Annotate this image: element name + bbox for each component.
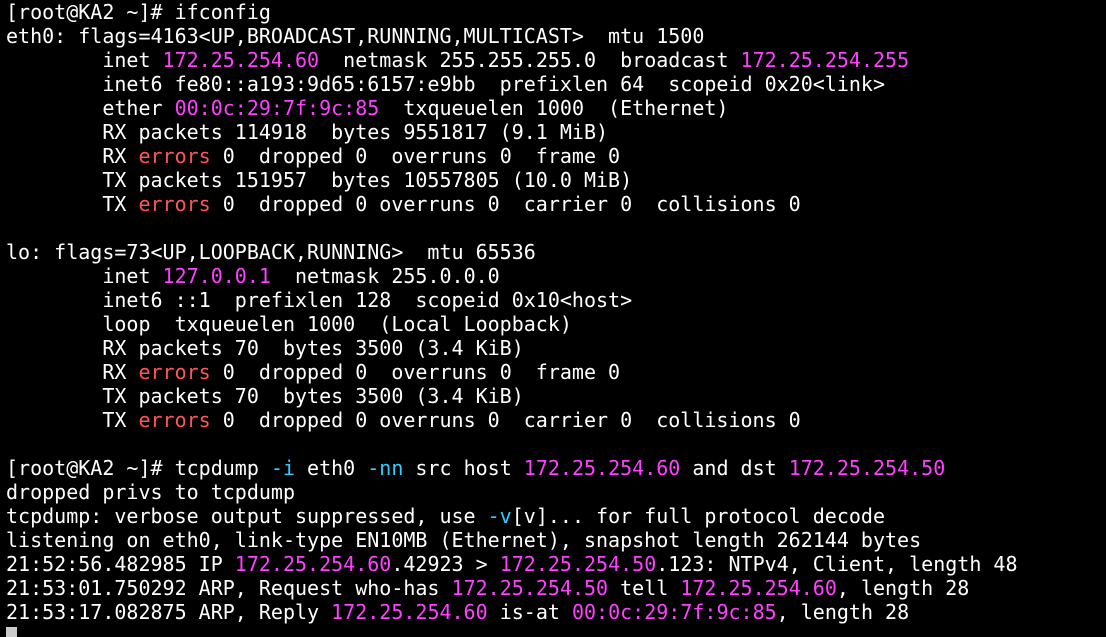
- error-label: errors: [138, 408, 211, 432]
- terminal-line: TX packets 151957 bytes 10557805 (10.0 M…: [6, 168, 1106, 192]
- terminal-output: [root@KA2 ~]# ifconfig eth0: flags=4163<U…: [6, 0, 1106, 624]
- terminal-line: 21:52:56.482985 IP 172.25.254.60.42923 >…: [6, 552, 1106, 576]
- terminal-line: RX packets 70 bytes 3500 (3.4 KiB): [6, 336, 1106, 360]
- terminal-line: loop txqueuelen 1000 (Local Loopback): [6, 312, 1106, 336]
- text-segment: 0 dropped 0 overruns 0 carrier 0 collisi…: [210, 192, 801, 216]
- text-segment: 0 dropped 0 overruns 0 carrier 0 collisi…: [210, 408, 801, 432]
- text-segment: txqueuelen 1000 (Ethernet): [379, 96, 729, 120]
- terminal-line: [root@KA2 ~]# tcpdump -i eth0 -nn src ho…: [6, 456, 1106, 480]
- error-label: errors: [138, 360, 211, 384]
- terminal-line: lo: flags=73<UP,LOOPBACK,RUNNING> mtu 65…: [6, 240, 1106, 264]
- terminal-line: eth0: flags=4163<UP,BROADCAST,RUNNING,MU…: [6, 24, 1106, 48]
- text-segment: 0 dropped 0 overruns 0 frame 0: [210, 360, 621, 384]
- text-segment: and dst: [680, 456, 789, 480]
- highlighted-value: 172.25.254.60: [162, 48, 320, 72]
- highlighted-value: 00:0c:29:7f:9c:85: [571, 600, 777, 624]
- highlighted-value: 172.25.254.50: [499, 552, 657, 576]
- command-option: -i: [270, 456, 295, 480]
- text-segment: RX: [6, 144, 139, 168]
- text-segment: eth0: [295, 456, 368, 480]
- text-segment: inet6 ::1 prefixlen 128 scopeid 0x10<hos…: [6, 288, 633, 312]
- terminal-line: TX errors 0 dropped 0 overruns 0 carrier…: [6, 192, 1106, 216]
- terminal-line: 21:53:17.082875 ARP, Reply 172.25.254.60…: [6, 600, 1106, 624]
- terminal-line: inet6 fe80::a193:9d65:6157:e9bb prefixle…: [6, 72, 1106, 96]
- text-segment: TX packets 151957 bytes 10557805 (10.0 M…: [6, 168, 633, 192]
- command-option: -nn: [367, 456, 404, 480]
- text-segment: 21:53:17.082875 ARP, Reply: [6, 600, 332, 624]
- text-segment: , length 28: [836, 576, 970, 600]
- terminal-line: inet 127.0.0.1 netmask 255.0.0.0: [6, 264, 1106, 288]
- terminal-line: [root@KA2 ~]# ifconfig: [6, 0, 1106, 24]
- text-segment: .42923 >: [391, 552, 500, 576]
- terminal-line: 21:53:01.750292 ARP, Request who-has 172…: [6, 576, 1106, 600]
- highlighted-value: 172.25.254.60: [680, 576, 837, 600]
- terminal-line: inet 172.25.254.60 netmask 255.255.255.0…: [6, 48, 1106, 72]
- prompt-line[interactable]: [6, 624, 1106, 637]
- text-segment: tcpdump: verbose output suppressed, use: [6, 504, 488, 528]
- text-segment: src host: [403, 456, 524, 480]
- highlighted-value: 172.25.254.50: [788, 456, 946, 480]
- text-segment: [v]... for full protocol decode: [511, 504, 886, 528]
- terminal-line: ether 00:0c:29:7f:9c:85 txqueuelen 1000 …: [6, 96, 1106, 120]
- text-segment: inet: [6, 48, 163, 72]
- highlighted-value: 172.25.254.60: [234, 552, 392, 576]
- error-label: errors: [138, 192, 211, 216]
- text-segment: is-at: [487, 600, 572, 624]
- command-option: -v: [487, 504, 512, 528]
- highlighted-value: 172.25.254.255: [740, 48, 910, 72]
- text-segment: netmask 255.0.0.0: [270, 264, 500, 288]
- highlighted-value: 172.25.254.60: [331, 600, 488, 624]
- text-segment: RX packets 70 bytes 3500 (3.4 KiB): [6, 336, 524, 360]
- text-cursor: [6, 627, 17, 637]
- text-segment: TX: [6, 192, 139, 216]
- text-segment: , length 28: [776, 600, 910, 624]
- text-segment: [root@KA2 ~]# ifconfig: [6, 0, 271, 24]
- text-segment: RX: [6, 360, 139, 384]
- highlighted-value: 172.25.254.60: [523, 456, 681, 480]
- text-segment: TX packets 70 bytes 3500 (3.4 KiB): [6, 384, 524, 408]
- terminal-line: RX packets 114918 bytes 9551817 (9.1 MiB…: [6, 120, 1106, 144]
- text-segment: ether: [6, 96, 175, 120]
- text-segment: listening on eth0, link-type EN10MB (Eth…: [6, 528, 922, 552]
- error-label: errors: [138, 144, 211, 168]
- terminal-line: tcpdump: verbose output suppressed, use …: [6, 504, 1106, 528]
- terminal-line: listening on eth0, link-type EN10MB (Eth…: [6, 528, 1106, 552]
- text-segment: 21:53:01.750292 ARP, Request who-has: [6, 576, 452, 600]
- text-segment: .123: NTPv4, Client, length 48: [656, 552, 1018, 576]
- text-segment: [root@KA2 ~]# tcpdump: [6, 456, 271, 480]
- text-segment: 0 dropped 0 overruns 0 frame 0: [210, 144, 621, 168]
- text-segment: TX: [6, 408, 139, 432]
- text-segment: dropped privs to tcpdump: [6, 480, 295, 504]
- terminal-line: RX errors 0 dropped 0 overruns 0 frame 0: [6, 144, 1106, 168]
- highlighted-value: 127.0.0.1: [162, 264, 271, 288]
- text-segment: 21:52:56.482985 IP: [6, 552, 235, 576]
- text-segment: eth0: flags=4163<UP,BROADCAST,RUNNING,MU…: [6, 24, 705, 48]
- highlighted-value: 00:0c:29:7f:9c:85: [174, 96, 380, 120]
- terminal-line: inet6 ::1 prefixlen 128 scopeid 0x10<hos…: [6, 288, 1106, 312]
- terminal-line: RX errors 0 dropped 0 overruns 0 frame 0: [6, 360, 1106, 384]
- terminal-line: TX errors 0 dropped 0 overruns 0 carrier…: [6, 408, 1106, 432]
- text-segment: netmask 255.255.255.0 broadcast: [319, 48, 741, 72]
- text-segment: lo: flags=73<UP,LOOPBACK,RUNNING> mtu 65…: [6, 240, 536, 264]
- text-segment: RX packets 114918 bytes 9551817 (9.1 MiB…: [6, 120, 609, 144]
- terminal-line: TX packets 70 bytes 3500 (3.4 KiB): [6, 384, 1106, 408]
- highlighted-value: 172.25.254.50: [451, 576, 609, 600]
- terminal-line: dropped privs to tcpdump: [6, 480, 1106, 504]
- text-segment: tell: [608, 576, 681, 600]
- text-segment: inet6 fe80::a193:9d65:6157:e9bb prefixle…: [6, 72, 885, 96]
- text-segment: inet: [6, 264, 163, 288]
- text-segment: loop txqueuelen 1000 (Local Loopback): [6, 312, 572, 336]
- terminal-window[interactable]: [root@KA2 ~]# ifconfig eth0: flags=4163<U…: [0, 0, 1106, 637]
